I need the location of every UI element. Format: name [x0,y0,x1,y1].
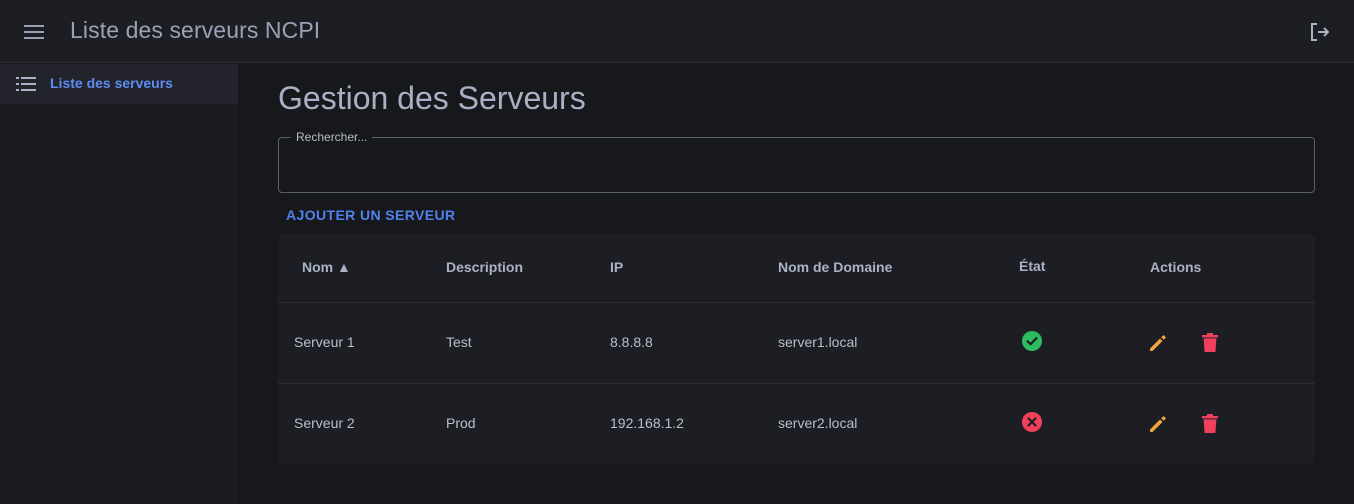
cell-name: Serveur 1 [294,334,355,350]
pencil-icon [1150,335,1166,351]
delete-button[interactable] [1198,412,1222,436]
cell-domain: server1.local [778,334,858,350]
menu-button[interactable] [18,16,50,48]
error-circle-icon [1022,412,1042,432]
column-header-name[interactable]: Nom ▲ [302,259,351,275]
cell-domain: server2.local [778,415,858,431]
table-row: Serveur 1 Test 8.8.8.8 server1.local [278,303,1315,384]
column-header-ip: IP [610,259,624,275]
check-circle-icon [1022,331,1042,351]
cell-ip: 8.8.8.8 [610,334,653,350]
sidebar: Liste des serveurs [0,64,238,504]
table-row: Serveur 2 Prod 192.168.1.2 server2.local [278,384,1315,464]
column-header-state: État [1019,258,1046,274]
delete-button[interactable] [1198,331,1222,355]
cell-description: Test [446,334,472,350]
logout-icon [1311,23,1330,41]
edit-button[interactable] [1146,412,1170,436]
servers-table: Nom ▲ Description IP Nom de Domaine État… [278,234,1315,464]
cell-ip: 192.168.1.2 [610,415,684,431]
edit-button[interactable] [1146,331,1170,355]
search-input[interactable] [279,138,1314,192]
column-header-actions: Actions [1150,259,1202,275]
sidebar-item-label: Liste des serveurs [50,75,173,91]
page-title: Gestion des Serveurs [278,80,586,116]
trash-icon [1202,414,1218,433]
column-header-description: Description [446,259,524,275]
cell-name: Serveur 2 [294,415,355,431]
list-icon [16,77,36,91]
logout-button[interactable] [1303,16,1335,48]
table-header: Nom ▲ Description IP Nom de Domaine État… [278,234,1315,303]
hamburger-menu-icon [24,25,44,39]
app-title: Liste des serveurs NCPI [70,17,321,43]
sidebar-item-server-list[interactable]: Liste des serveurs [0,64,238,104]
column-header-domain: Nom de Domaine [778,259,893,275]
cell-description: Prod [446,415,476,431]
pencil-icon [1150,416,1166,432]
trash-icon [1202,333,1218,352]
search-field: Rechercher... [278,130,1315,193]
app-bar: Liste des serveurs NCPI [0,0,1354,63]
add-server-button[interactable]: AJOUTER UN SERVEUR [278,202,464,228]
